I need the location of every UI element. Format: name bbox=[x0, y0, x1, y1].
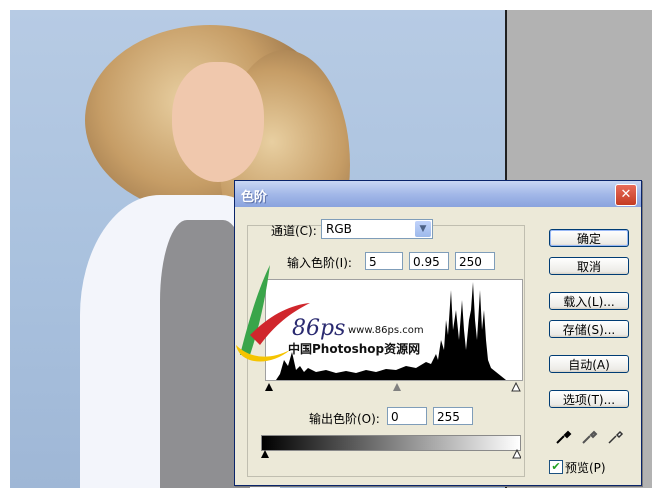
input-levels-slider[interactable] bbox=[265, 381, 521, 393]
output-black-field[interactable]: 0 bbox=[387, 407, 427, 425]
input-white-field[interactable]: 250 bbox=[455, 252, 495, 270]
output-white-field[interactable]: 255 bbox=[433, 407, 473, 425]
preview-label: 预览(P) bbox=[565, 461, 606, 475]
close-icon: ✕ bbox=[620, 187, 632, 202]
dialog-titlebar[interactable]: 色阶 ✕ bbox=[235, 181, 641, 207]
output-levels-label: 输出色阶(O): bbox=[309, 412, 380, 426]
watermark-swoosh-green bbox=[240, 265, 270, 355]
photo-face bbox=[172, 62, 264, 182]
chevron-down-icon[interactable]: ▼ bbox=[415, 221, 431, 237]
black-eyedropper-icon[interactable] bbox=[555, 427, 573, 445]
output-white-handle[interactable] bbox=[512, 449, 521, 459]
input-gamma-handle[interactable] bbox=[393, 383, 401, 391]
auto-button[interactable]: 自动(A) bbox=[549, 355, 629, 373]
watermark-logo-text: 86ps bbox=[292, 316, 345, 341]
save-button[interactable]: 存储(S)... bbox=[549, 320, 629, 338]
watermark-url: www.86ps.com bbox=[348, 325, 424, 336]
output-levels-slider[interactable] bbox=[261, 449, 521, 459]
cancel-button[interactable]: 取消 bbox=[549, 257, 629, 275]
watermark-tagline: 中国Photoshop资源网 bbox=[288, 341, 420, 356]
gray-eyedropper-icon[interactable] bbox=[581, 427, 599, 445]
watermark-logo: 86ps www.86ps.com 中国Photoshop资源网 bbox=[236, 265, 424, 362]
input-black-handle[interactable] bbox=[265, 383, 273, 391]
check-icon[interactable]: ✔ bbox=[549, 460, 563, 474]
channel-value: RGB bbox=[326, 222, 352, 236]
channel-label: 通道(C): bbox=[271, 224, 317, 238]
dialog-title: 色阶 bbox=[241, 190, 268, 205]
load-button[interactable]: 载入(L)... bbox=[549, 292, 629, 310]
output-black-handle[interactable] bbox=[261, 450, 269, 458]
input-white-handle[interactable] bbox=[511, 381, 521, 392]
channel-select[interactable]: RGB ▼ bbox=[321, 219, 433, 239]
ok-button[interactable]: 确定 bbox=[549, 229, 629, 247]
close-button[interactable]: ✕ bbox=[615, 184, 637, 206]
options-button[interactable]: 选项(T)... bbox=[549, 390, 629, 408]
white-eyedropper-icon[interactable] bbox=[607, 427, 625, 445]
